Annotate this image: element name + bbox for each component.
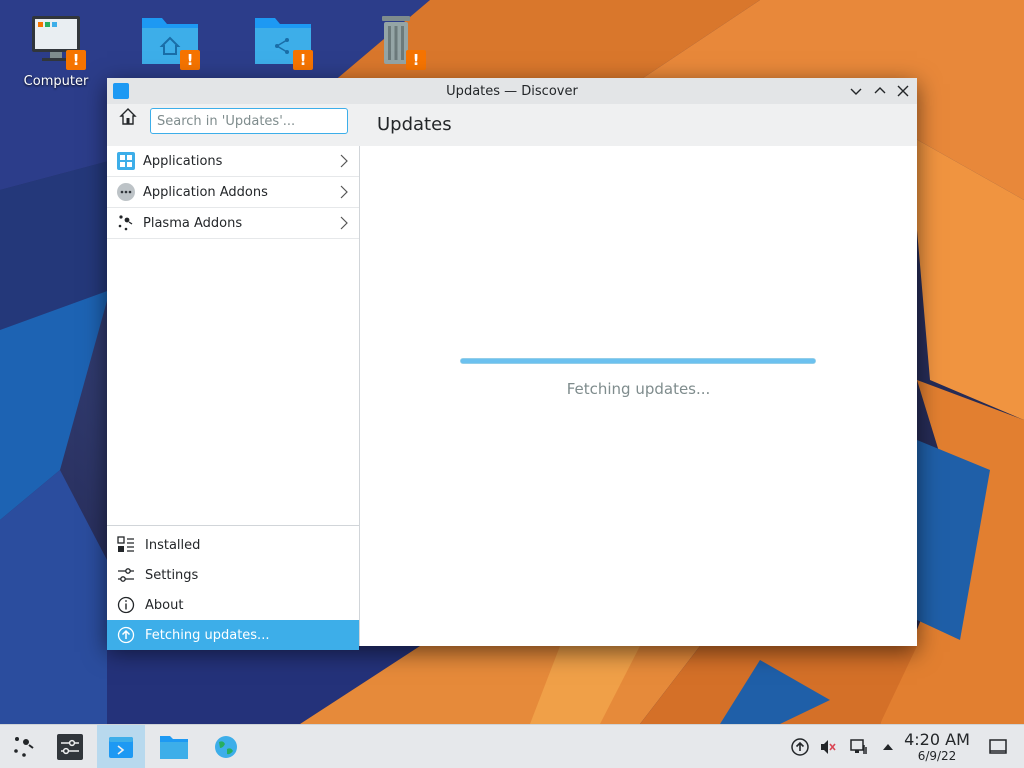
update-progress-bar: [460, 358, 816, 364]
window-toolbar: Updates: [107, 104, 917, 146]
nav-installed[interactable]: Installed: [107, 530, 359, 560]
warning-badge-icon: !: [293, 50, 313, 70]
nav-label: About: [145, 597, 184, 613]
taskbar-discover[interactable]: [97, 725, 145, 768]
desktop-icon-network[interactable]: !: [243, 10, 323, 70]
desktop-icon-trash[interactable]: !: [356, 10, 436, 70]
close-icon[interactable]: [894, 82, 912, 100]
home-icon[interactable]: [117, 106, 139, 128]
warning-badge-icon: !: [66, 50, 86, 70]
network-folder-icon: !: [253, 10, 313, 70]
sidebar-bottom-nav: Installed Settings About Fetching update…: [107, 525, 359, 650]
chevron-right-icon: [340, 185, 348, 199]
home-folder-icon: !: [140, 10, 200, 70]
show-desktop-icon[interactable]: [988, 737, 1008, 757]
discover-icon: [109, 736, 133, 758]
page-title: Updates: [377, 114, 452, 135]
updates-content: Fetching updates...: [360, 146, 917, 646]
chevron-up-icon[interactable]: [878, 737, 898, 757]
volume-muted-icon[interactable]: [818, 737, 838, 757]
search-input[interactable]: [150, 108, 348, 134]
digital-clock[interactable]: 4:20 AM 6/9/22: [900, 730, 974, 764]
clock-date: 6/9/22: [917, 749, 957, 763]
category-label: Application Addons: [143, 184, 268, 200]
network-wired-icon[interactable]: [849, 737, 869, 757]
info-icon: [117, 596, 135, 614]
installed-icon: [117, 536, 134, 552]
minimize-icon[interactable]: [847, 82, 865, 100]
category-label: Plasma Addons: [143, 215, 243, 231]
update-icon: [117, 626, 135, 644]
desktop-icon-computer[interactable]: ! Computer: [16, 10, 96, 89]
taskbar-browser[interactable]: [202, 725, 250, 768]
clock-time: 4:20 AM: [904, 730, 970, 749]
sidebar: Applications Application Addons Plasma A…: [107, 146, 360, 650]
window-titlebar[interactable]: Updates — Discover: [107, 78, 917, 104]
nav-about[interactable]: About: [107, 590, 359, 620]
nav-label: Installed: [145, 537, 201, 553]
nav-label: Fetching updates...: [145, 627, 270, 643]
taskbar: 4:20 AM 6/9/22: [0, 724, 1024, 768]
trash-icon: !: [366, 10, 426, 70]
chevron-right-icon: [340, 216, 348, 230]
file-manager-icon: [160, 735, 188, 759]
computer-icon: !: [26, 10, 86, 70]
taskbar-dolphin[interactable]: [150, 725, 198, 768]
nav-label: Settings: [145, 567, 199, 583]
system-settings-icon: [57, 733, 83, 760]
desktop-icon-home[interactable]: !: [130, 10, 210, 70]
chevron-right-icon: [340, 154, 348, 168]
category-label: Applications: [143, 153, 223, 169]
application-launcher[interactable]: [0, 725, 48, 768]
plasma-launcher-icon: [14, 736, 34, 757]
nav-settings[interactable]: Settings: [107, 560, 359, 590]
settings-icon: [118, 568, 134, 582]
maximize-icon[interactable]: [871, 82, 889, 100]
category-plasma-addons[interactable]: Plasma Addons: [107, 208, 359, 239]
progress-fill: [461, 359, 815, 363]
taskbar-system-settings[interactable]: [46, 725, 94, 768]
desktop-icon-label: Computer: [23, 74, 89, 89]
plasma-icon: [118, 215, 133, 231]
window-title: Updates — Discover: [446, 84, 578, 99]
applications-icon: [117, 152, 135, 170]
category-application-addons[interactable]: Application Addons: [107, 177, 359, 208]
status-text: Fetching updates...: [566, 380, 711, 398]
category-applications[interactable]: Applications: [107, 146, 359, 177]
discover-window: Updates — Discover Updates Applications: [107, 78, 917, 650]
warning-badge-icon: !: [180, 50, 200, 70]
web-browser-icon: [215, 735, 237, 758]
nav-updates[interactable]: Fetching updates...: [107, 620, 359, 650]
updates-tray-icon[interactable]: [790, 737, 810, 757]
warning-badge-icon: !: [406, 50, 426, 70]
addons-icon: [117, 183, 135, 201]
